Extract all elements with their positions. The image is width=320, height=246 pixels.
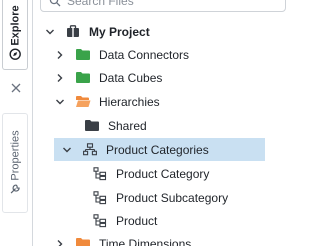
tree-item-product-categories[interactable]: Product Categories — [54, 138, 265, 161]
tree-item-data-connectors[interactable]: Data Connectors — [54, 43, 189, 66]
wrench-icon — [9, 183, 21, 198]
tree-project-label: My Project — [89, 24, 150, 39]
tab-explore-label: Explore — [9, 5, 22, 46]
tree-item-label: Data Cubes — [99, 70, 163, 85]
tree-item-label: Product — [116, 213, 158, 228]
folder-orange-open-icon — [75, 95, 91, 109]
tree-item-label: Product Categories — [106, 142, 209, 157]
level-icon — [92, 190, 108, 205]
tree-item-label: Product Subcategory — [116, 190, 229, 205]
close-icon[interactable] — [8, 80, 24, 96]
tree-item-product-subcategory[interactable]: Product Subcategory — [92, 186, 228, 209]
tab-properties[interactable]: Properties — [2, 113, 28, 213]
side-tab-strip: Explore Properties — [0, 0, 33, 246]
tree-item-shared[interactable]: Shared — [84, 114, 147, 137]
tree-item-time-dimensions[interactable]: Time Dimensions — [54, 232, 191, 246]
tree-item-label: Hierarchies — [99, 94, 160, 109]
tree-item-label: Shared — [108, 118, 147, 133]
folder-orange-icon — [75, 237, 91, 246]
tree-item-label: Product Category — [116, 166, 210, 181]
search-input[interactable] — [67, 0, 267, 8]
chevron-down-icon[interactable] — [54, 96, 66, 108]
tree-item-product[interactable]: Product — [92, 209, 157, 232]
compass-icon — [9, 48, 21, 63]
tree-project[interactable]: My Project — [44, 20, 150, 43]
tree-item-label: Time Dimensions — [99, 236, 192, 246]
tab-properties-label: Properties — [9, 129, 22, 181]
tree-item-product-category[interactable]: Product Category — [92, 162, 209, 185]
folder-green-icon — [75, 71, 91, 85]
folder-dark-icon — [84, 119, 100, 133]
hierarchy-icon — [82, 143, 98, 157]
search-box[interactable] — [40, 0, 286, 12]
tab-explore[interactable]: Explore — [2, 0, 28, 70]
chevron-right-icon[interactable] — [54, 238, 66, 246]
tree-item-label: Data Connectors — [99, 47, 190, 62]
folder-green-icon — [75, 48, 91, 62]
search-icon — [49, 0, 61, 7]
tree-item-hierarchies[interactable]: Hierarchies — [54, 90, 160, 113]
tree-item-data-cubes[interactable]: Data Cubes — [54, 66, 162, 89]
level-icon — [92, 166, 108, 181]
chevron-right-icon[interactable] — [54, 49, 66, 61]
level-icon — [92, 213, 108, 228]
chevron-down-icon[interactable] — [44, 26, 56, 38]
chevron-right-icon[interactable] — [54, 72, 66, 84]
chevron-down-icon[interactable] — [61, 144, 73, 156]
briefcase-icon — [65, 25, 81, 39]
